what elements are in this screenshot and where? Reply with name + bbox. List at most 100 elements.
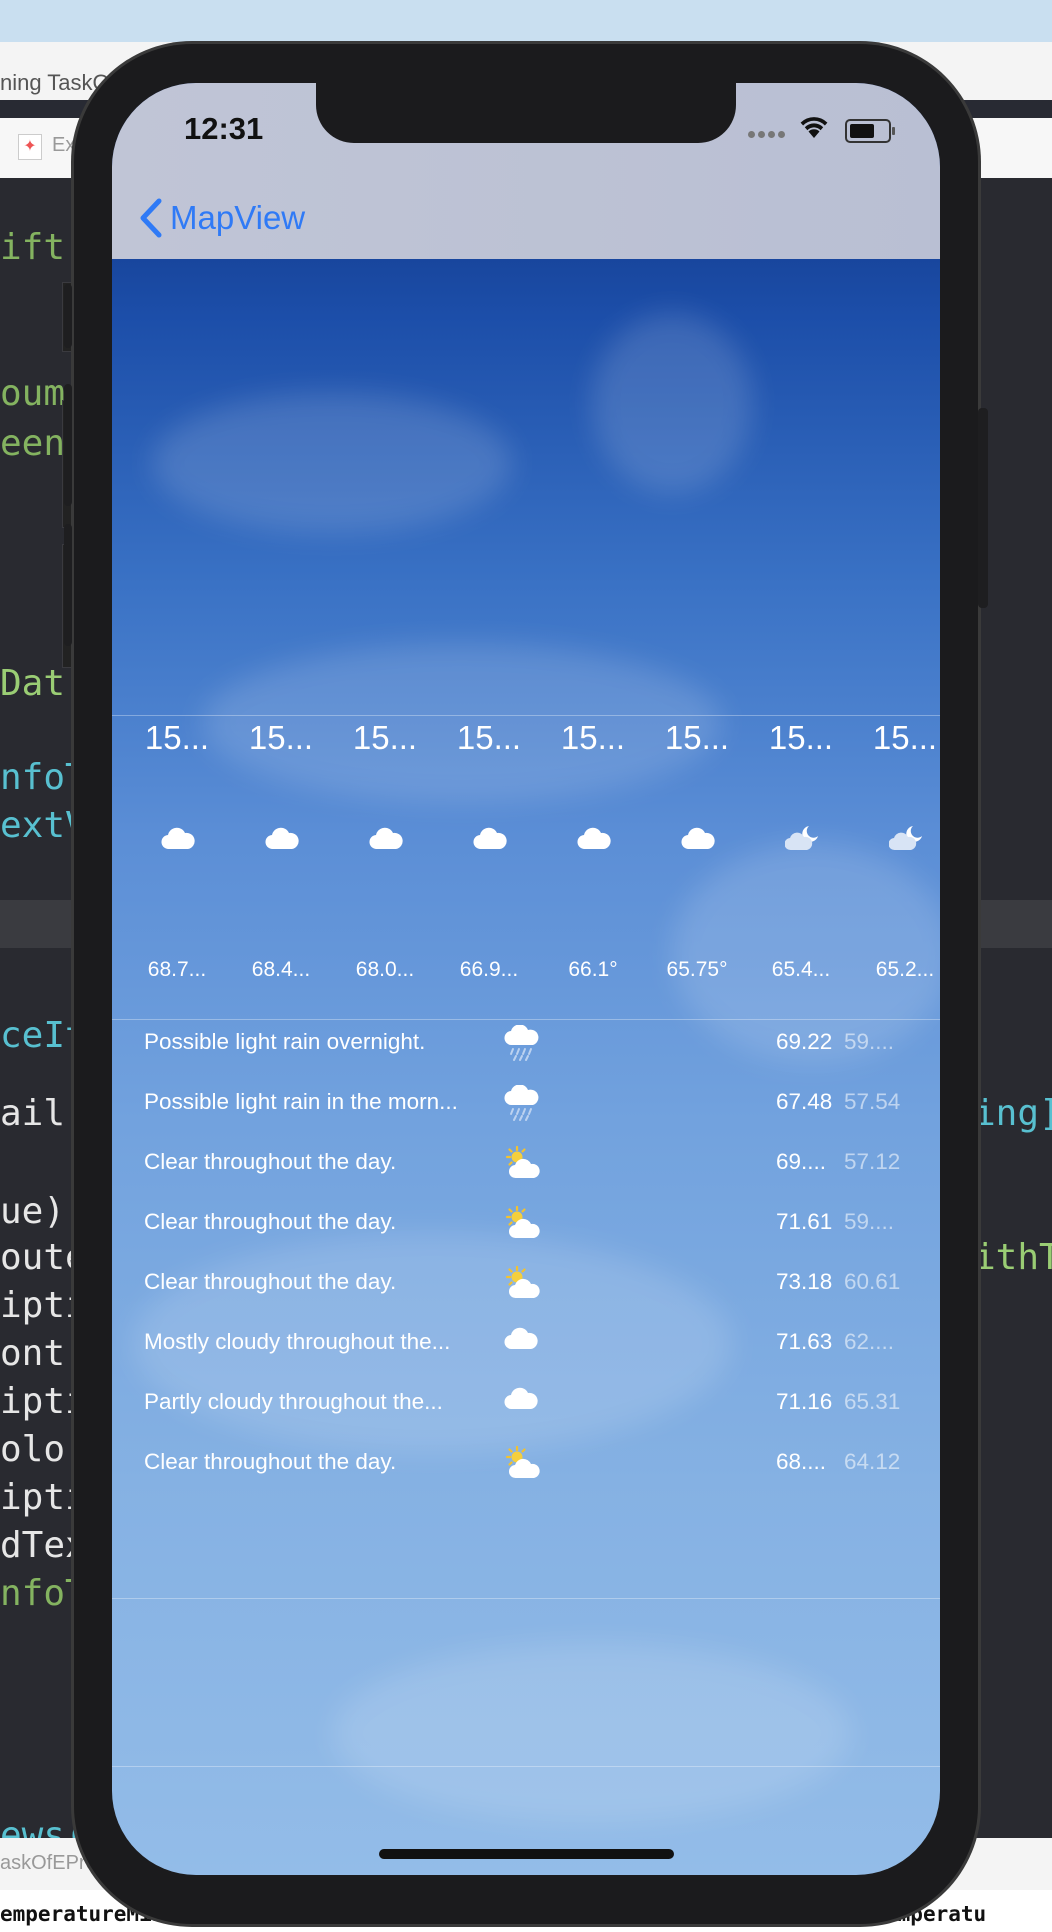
ide-tab-label[interactable]: ning TaskO <box>0 70 110 96</box>
partly-sunny-icon <box>505 1145 540 1179</box>
hourly-temperature: 68.0... <box>355 958 415 981</box>
daily-icon <box>504 1325 542 1361</box>
daily-high-temp: 67.48 <box>776 1089 833 1114</box>
battery-icon <box>845 119 895 143</box>
partly-sunny-icon <box>505 1205 540 1239</box>
hourly-forecast-strip[interactable]: 15... 68.7... 15... 68.4... 15... 68.0... 15..… <box>112 697 940 1003</box>
hourly-time: 15... <box>352 719 418 756</box>
back-button[interactable]: MapView <box>138 193 305 243</box>
daily-row[interactable]: Possible light rain overnight. 69.22 59...… <box>112 1013 940 1073</box>
hourly-icon <box>161 825 195 851</box>
daily-low-temp: 62.... <box>844 1329 895 1354</box>
daily-icon <box>504 1024 542 1061</box>
cloud-icon <box>265 827 299 850</box>
app-screen: 12:31 MapView 15... 68.7... 15... 68.4... 15… <box>112 83 940 1875</box>
volume-up-button <box>64 384 72 506</box>
home-indicator[interactable] <box>379 1849 674 1859</box>
section-divider <box>112 1598 940 1599</box>
hourly-icon <box>888 825 923 851</box>
code-line: ift <box>0 227 66 268</box>
daily-icon <box>504 1084 542 1121</box>
rain-cloud-icon <box>504 1084 539 1121</box>
hourly-time: 15... <box>768 719 834 756</box>
cloud-icon <box>504 1327 538 1350</box>
daily-row[interactable]: Clear throughout the day. 68.... 64.12 <box>112 1433 940 1493</box>
daily-low-temp: 57.54 <box>844 1089 901 1114</box>
daily-high-temp: 69.22 <box>776 1029 833 1054</box>
hourly-temperature: 65.2... <box>875 958 935 981</box>
daily-summary: Possible light rain overnight. <box>144 1029 426 1054</box>
daily-icon <box>504 1385 542 1421</box>
partly-cloudy-night-icon <box>784 826 818 851</box>
daily-high-temp: 71.16 <box>776 1389 833 1414</box>
code-line: oum <box>0 373 66 414</box>
cloud-icon <box>681 827 715 850</box>
ide-debug-bar-label: askOfEPro <box>0 1852 97 1874</box>
hourly-icon <box>265 825 299 851</box>
chevron-left-icon <box>140 198 162 238</box>
back-button-label: MapView <box>170 199 306 236</box>
daily-row[interactable]: Clear throughout the day. 71.61 59.... <box>112 1193 940 1253</box>
daily-low-temp: 59.... <box>844 1209 895 1234</box>
hourly-temperature: 65.4... <box>771 958 831 981</box>
status-time: 12:31 <box>184 111 264 146</box>
daily-icon <box>504 1265 542 1301</box>
hourly-icon <box>473 825 507 851</box>
daily-row[interactable]: Possible light rain in the morn... 67.48 5… <box>112 1073 940 1133</box>
sky-cloud <box>332 1643 852 1823</box>
daily-row[interactable]: Clear throughout the day. 73.18 60.61 <box>112 1253 940 1313</box>
hourly-temperature: 65.75° <box>666 958 728 981</box>
daily-low-temp: 65.31 <box>844 1389 901 1414</box>
daily-high-temp: 68.... <box>776 1449 827 1474</box>
partly-sunny-icon <box>505 1445 540 1479</box>
notch <box>316 83 736 143</box>
hourly-temperature: 68.7... <box>147 958 207 981</box>
daily-high-temp: 69.... <box>776 1149 827 1174</box>
daily-high-temp: 71.61 <box>776 1209 833 1234</box>
daily-row[interactable]: Partly cloudy throughout the... 71.16 65.3… <box>112 1373 940 1433</box>
daily-summary: Possible light rain in the morn... <box>144 1089 458 1114</box>
ide-jump-bar-label[interactable]: Ex <box>52 134 75 157</box>
daily-row[interactable]: Clear throughout the day. 69.... 57.12 <box>112 1133 940 1193</box>
cloud-icon <box>577 827 611 850</box>
daily-low-temp: 57.12 <box>844 1149 901 1174</box>
code-line: Dat <box>0 663 66 704</box>
wifi-icon <box>800 117 828 138</box>
power-button <box>978 408 988 608</box>
hourly-temperature: 68.4... <box>251 958 311 981</box>
daily-low-temp: 59.... <box>844 1029 895 1054</box>
hourly-time: 15... <box>248 719 314 756</box>
daily-icon <box>504 1145 542 1181</box>
side-button <box>64 284 72 348</box>
rain-cloud-icon <box>504 1024 539 1061</box>
cloud-icon <box>504 1387 538 1410</box>
code-line: ue) <box>0 1191 66 1232</box>
daily-high-temp: 73.18 <box>776 1269 833 1294</box>
sky-cloud <box>592 313 752 493</box>
section-divider <box>112 1766 940 1767</box>
cloud-icon <box>161 827 195 850</box>
daily-icon <box>504 1445 542 1481</box>
daily-summary: Clear throughout the day. <box>144 1269 397 1294</box>
hourly-time: 15... <box>560 719 626 756</box>
hourly-time: 15... <box>144 719 210 756</box>
code-fragment-right: ithT <box>974 1237 1052 1278</box>
hourly-icon <box>369 825 403 851</box>
daily-icon <box>504 1205 542 1241</box>
hourly-time: 15... <box>872 719 938 756</box>
hourly-time: 15... <box>664 719 730 756</box>
daily-summary: Clear throughout the day. <box>144 1449 397 1474</box>
daily-low-temp: 64.12 <box>844 1449 901 1474</box>
ide-title-bar <box>0 0 1052 43</box>
daily-low-temp: 60.61 <box>844 1269 901 1294</box>
hourly-icon <box>681 825 715 851</box>
swift-file-icon: ✦ <box>18 134 42 160</box>
daily-summary: Clear throughout the day. <box>144 1209 397 1234</box>
partly-cloudy-night-icon <box>888 826 922 851</box>
code-fragment-right: ing] <box>974 1093 1052 1134</box>
daily-summary: Mostly cloudy throughout the... <box>144 1329 451 1354</box>
partly-sunny-icon <box>505 1265 540 1299</box>
sky-cloud <box>152 393 512 533</box>
daily-row[interactable]: Mostly cloudy throughout the... 71.63 62..… <box>112 1313 940 1373</box>
cloud-icon <box>369 827 403 850</box>
